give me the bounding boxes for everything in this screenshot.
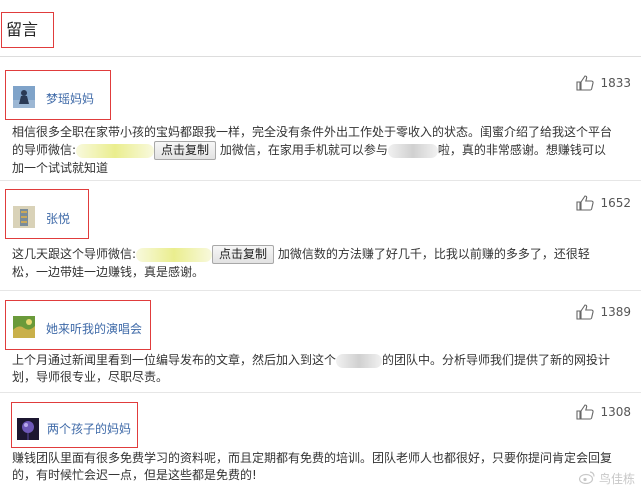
thumbs-up-icon[interactable]	[576, 404, 595, 420]
comment-body: 上个月通过新闻里看到一位编导发布的文章，然后加入到这个 的团队中。分析导师我们提供…	[12, 352, 627, 386]
comment-author[interactable]: 梦瑶妈妈	[46, 92, 94, 106]
redacted-text	[336, 353, 383, 368]
comment-line: 这几天跟这个导师微信: 点击复制 加微信数的方法赚了好几千，比我以前赚的多多了，还…	[12, 245, 627, 264]
like-count: 1652	[600, 196, 631, 210]
comment-author[interactable]: 张悦	[46, 212, 70, 226]
comment-text: 啦，真的非常感谢。想赚钱可以	[437, 143, 606, 157]
like-counter[interactable]: 1652	[576, 195, 631, 211]
thumbs-up-icon[interactable]	[576, 75, 595, 91]
comment-body: 相信很多全职在家带小孩的宝妈都跟我一样，完全没有条件外出工作处于零收入的状态。闺…	[12, 124, 627, 177]
redacted-wechat-id	[76, 143, 155, 158]
like-counter[interactable]: 1833	[576, 75, 631, 91]
avatar[interactable]	[13, 206, 35, 228]
watermark-text: 鸟佳栋	[598, 472, 635, 486]
comment-divider	[0, 290, 641, 291]
thumbs-up-icon[interactable]	[576, 195, 595, 211]
like-counter[interactable]: 1308	[576, 404, 631, 420]
comment-text: 上个月通过新闻里看到一位编导发布的文章，然后加入到这个	[12, 353, 337, 367]
watermark: 鸟佳栋	[578, 470, 635, 487]
avatar[interactable]	[13, 86, 35, 108]
copy-button[interactable]: 点击复制	[212, 245, 275, 264]
like-counter[interactable]: 1389	[576, 304, 631, 320]
header-divider	[0, 56, 641, 57]
redacted-wechat-id	[136, 247, 213, 262]
comment-divider	[0, 180, 641, 181]
page-title: 留言	[6, 20, 39, 39]
comment-author[interactable]: 两个孩子的妈妈	[47, 422, 131, 436]
comment-body: 赚钱团队里面有很多免费学习的资料呢，而且定期都有免费的培训。团队老师人也都很好，…	[12, 450, 627, 484]
comment-body: 这几天跟这个导师微信: 点击复制 加微信数的方法赚了好几千，比我以前赚的多多了，还…	[12, 245, 627, 281]
comment-line: 松，一边带娃一边赚钱，真是感谢。	[12, 265, 205, 279]
comment-line: 的导师微信: 点击复制 加微信，在家用手机就可以参与 啦，真的非常感谢。想赚钱可以	[12, 141, 627, 160]
comment-text: 加微信，在家用手机就可以参与	[219, 143, 388, 157]
comment-line: 赚钱团队里面有很多免费学习的资料呢，而且定期都有免费的培训。团队老师人也都很好，…	[12, 451, 613, 465]
comment-line: 上个月通过新闻里看到一位编导发布的文章，然后加入到这个 的团队中。分析导师我们提供…	[12, 352, 627, 369]
avatar[interactable]	[17, 418, 39, 440]
comment-text: 的导师微信:	[12, 143, 77, 157]
comment-line: 划，导师很专业，尽职尽责。	[12, 370, 169, 384]
like-count: 1389	[600, 305, 631, 319]
comment-text: 的团队中。分析导师我们提供了新的网投计	[382, 353, 611, 367]
avatar[interactable]	[13, 316, 35, 338]
comment-line: 加一个试试就知道	[12, 161, 109, 175]
comment-divider	[0, 392, 641, 393]
like-count: 1833	[600, 76, 631, 90]
redacted-text	[387, 143, 438, 158]
comment-text: 加微信数的方法赚了好几千，比我以前赚的多多了，还很轻	[277, 247, 590, 261]
thumbs-up-icon[interactable]	[576, 304, 595, 320]
copy-button[interactable]: 点击复制	[154, 141, 217, 160]
comment-text: 这几天跟这个导师微信:	[12, 247, 137, 261]
comment-author[interactable]: 她来听我的演唱会	[46, 322, 142, 336]
weibo-icon	[578, 470, 595, 487]
like-count: 1308	[600, 405, 631, 419]
comment-line: 的，有时候忙会迟一点，但是这些都是免费的!	[12, 468, 257, 482]
comment-line: 相信很多全职在家带小孩的宝妈都跟我一样，完全没有条件外出工作处于零收入的状态。闺…	[12, 125, 613, 139]
